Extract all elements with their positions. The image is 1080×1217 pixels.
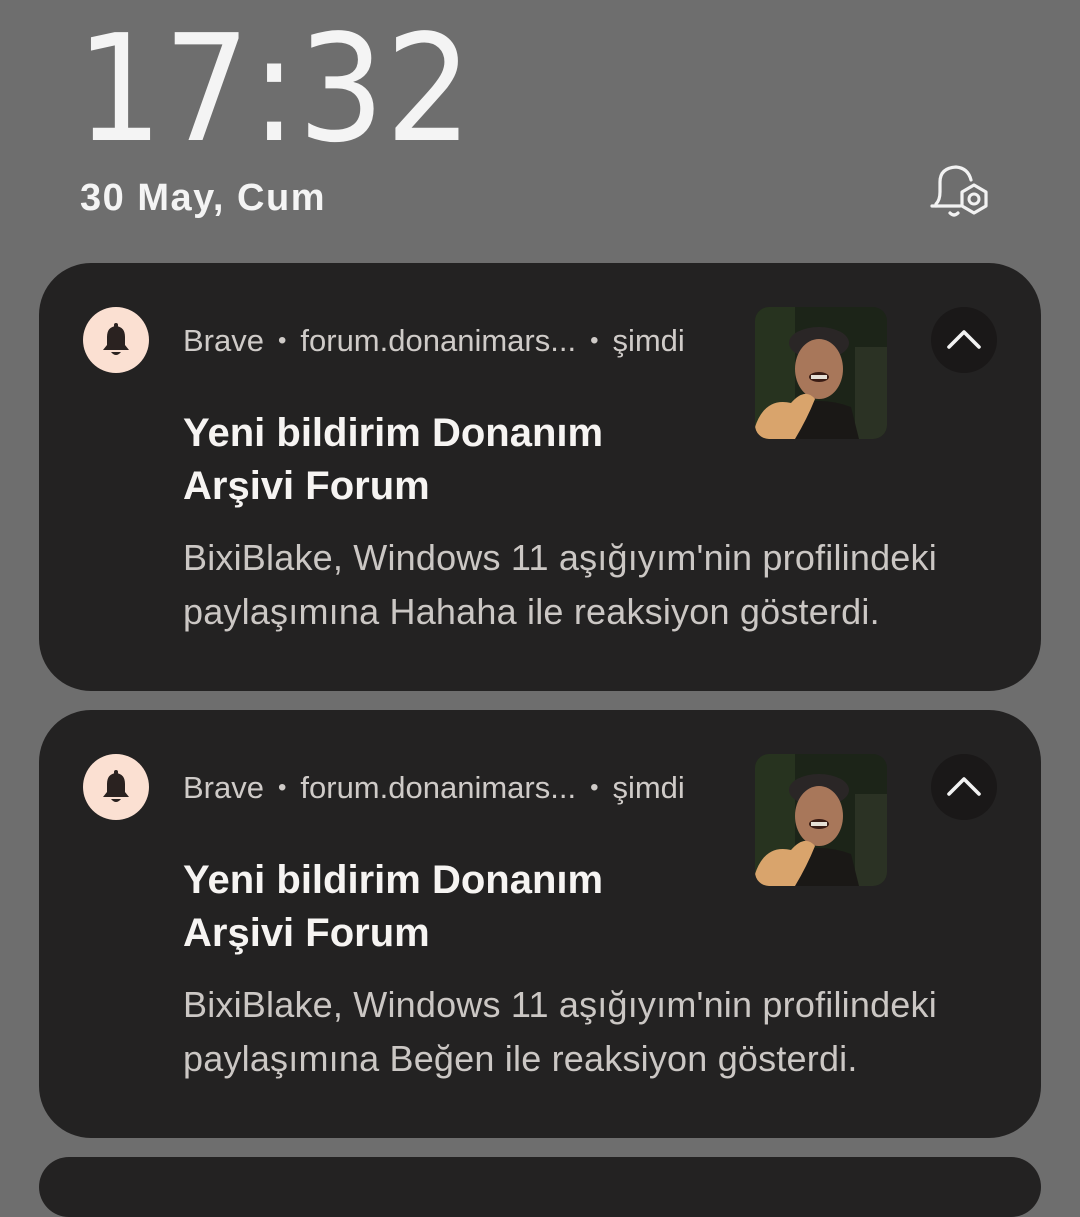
notification-card-partial[interactable] [39, 1157, 1041, 1217]
bell-icon [83, 754, 149, 820]
app-name: Brave [183, 323, 264, 358]
bell-gear-icon[interactable] [926, 160, 996, 226]
notification-body: BixiBlake, Windows 11 aşığıyım'nin profi… [183, 984, 937, 1079]
bell-icon [83, 307, 149, 373]
notification-time: şimdi [612, 770, 685, 805]
notification-title: Yeni bildirim Donanım Arşivi Forum [183, 858, 604, 955]
notification-time: şimdi [612, 323, 685, 358]
separator-dot: • [277, 774, 287, 801]
chevron-up-icon[interactable] [931, 307, 997, 373]
notification-source: forum.donanimars... [300, 770, 577, 805]
notification-card[interactable]: Brave • forum.donanimars... • şimdi Yeni bil… [39, 263, 1041, 691]
separator-dot: • [590, 774, 599, 801]
notification-body: BixiBlake, Windows 11 aşığıyım'nin profi… [183, 537, 937, 632]
separator-dot: • [277, 327, 287, 354]
notification-header: Brave • forum.donanimars... • şimdi [183, 766, 685, 810]
notification-source: forum.donanimars... [300, 323, 577, 358]
notification-title: Yeni bildirim Donanım Arşivi Forum [183, 411, 604, 508]
user-avatar-photo [755, 307, 887, 439]
app-name: Brave [183, 770, 264, 805]
lockscreen-date: 30 May, Cum [80, 177, 326, 219]
notification-header: Brave • forum.donanimars... • şimdi [183, 319, 685, 363]
user-avatar-photo [755, 754, 887, 886]
separator-dot: • [590, 327, 599, 354]
lockscreen-clock: 17:32 [76, 3, 473, 175]
chevron-up-icon[interactable] [931, 754, 997, 820]
notification-card[interactable]: Brave • forum.donanimars... • şimdi Yeni bil… [39, 710, 1041, 1138]
